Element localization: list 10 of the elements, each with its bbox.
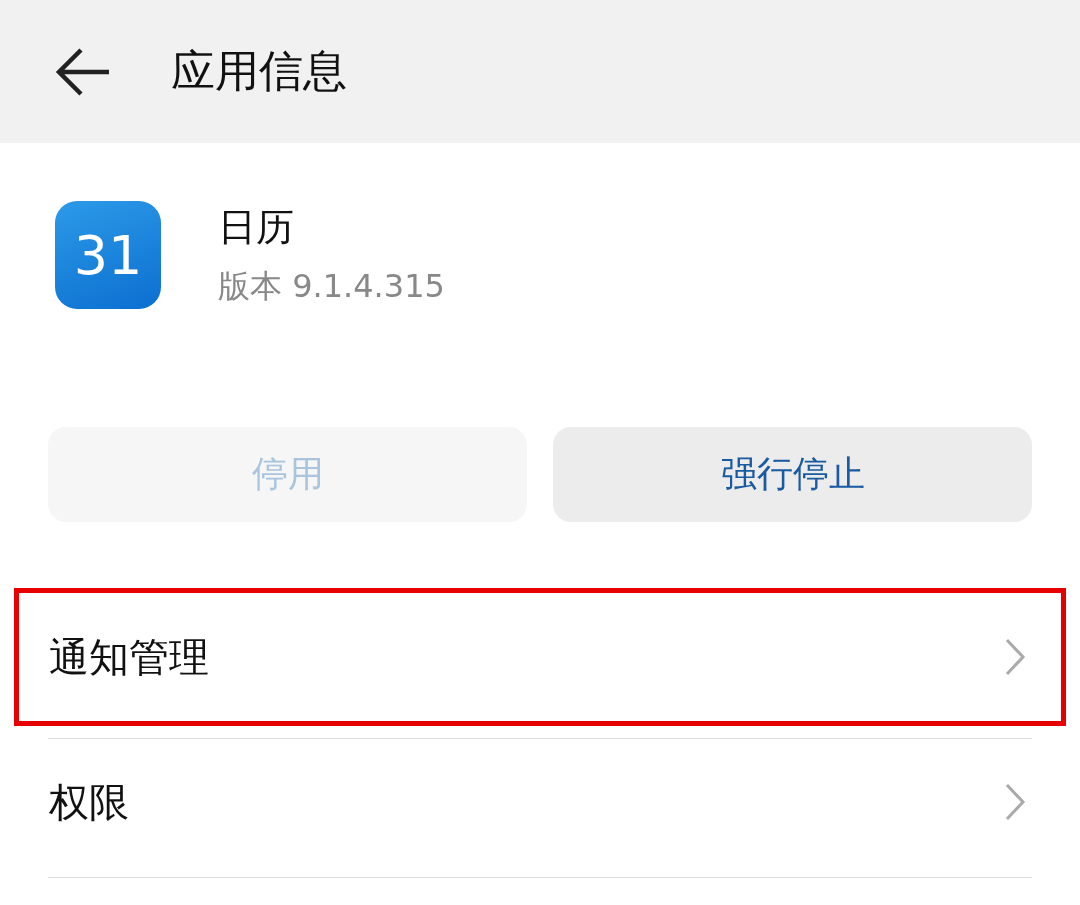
app-name: 日历 [218,203,295,251]
action-button[interactable]: 强行停止 [553,427,1032,522]
chevron-right-icon [1004,783,1026,821]
calendar-app-icon: 31 [55,201,161,309]
page-title: 应用信息 [171,44,347,98]
settings-list-item[interactable]: 通知管理 [14,588,1066,726]
chevron-right-icon [1004,638,1026,676]
app-version: 版本 9.1.4.315 [218,265,445,307]
settings-list-item[interactable]: 权限 [14,739,1066,865]
back-arrow-icon[interactable] [55,47,111,96]
